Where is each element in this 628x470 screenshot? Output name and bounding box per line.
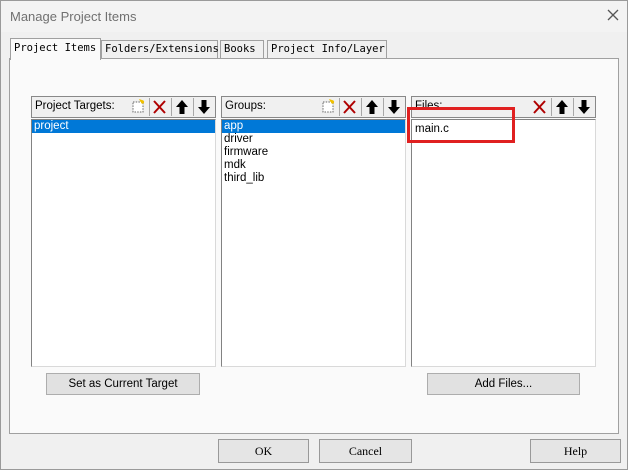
groups-header: Groups: (221, 96, 406, 118)
list-item[interactable]: app (222, 120, 405, 133)
list-item[interactable]: mdk (222, 159, 405, 172)
files-header-label: Files: (415, 100, 443, 112)
tab-project-items[interactable]: Project Items (10, 38, 101, 60)
groups-header-label: Groups: (225, 100, 266, 112)
targets-list[interactable]: project (31, 119, 216, 367)
move-down-icon[interactable] (194, 98, 214, 116)
list-item[interactable]: project (32, 120, 215, 133)
new-item-icon[interactable] (318, 98, 338, 116)
delete-icon[interactable] (340, 98, 360, 116)
new-item-icon[interactable] (128, 98, 148, 116)
add-files-button[interactable]: Add Files... (427, 373, 580, 395)
tab-project-info-layer[interactable]: Project Info/Layer (267, 40, 387, 58)
list-item[interactable]: third_lib (222, 172, 405, 185)
move-up-icon[interactable] (362, 98, 382, 116)
cancel-button[interactable]: Cancel (319, 439, 412, 463)
move-down-icon[interactable] (574, 98, 594, 116)
files-header: Files: (411, 96, 596, 118)
tab-folders-extensions[interactable]: Folders/Extensions (101, 40, 219, 58)
delete-icon[interactable] (150, 98, 170, 116)
list-item[interactable]: driver (222, 133, 405, 146)
help-button[interactable]: Help (530, 439, 621, 463)
list-item[interactable]: main.c (412, 123, 595, 136)
close-icon[interactable] (605, 7, 621, 23)
targets-header: Project Targets: (31, 96, 216, 118)
manage-project-items-dialog: Manage Project Items Project Items Folde… (0, 0, 628, 470)
ok-button[interactable]: OK (218, 439, 309, 463)
targets-header-label: Project Targets: (35, 100, 115, 112)
move-up-icon[interactable] (172, 98, 192, 116)
groups-list[interactable]: app driver firmware mdk third_lib (221, 119, 406, 367)
delete-icon[interactable] (530, 98, 550, 116)
set-current-target-button[interactable]: Set as Current Target (46, 373, 200, 395)
tab-books[interactable]: Books (220, 40, 264, 58)
move-down-icon[interactable] (384, 98, 404, 116)
list-item[interactable]: firmware (222, 146, 405, 159)
files-list[interactable]: main.c (411, 119, 596, 367)
window-title: Manage Project Items (10, 9, 137, 24)
title-bar: Manage Project Items (1, 1, 627, 32)
move-up-icon[interactable] (552, 98, 572, 116)
